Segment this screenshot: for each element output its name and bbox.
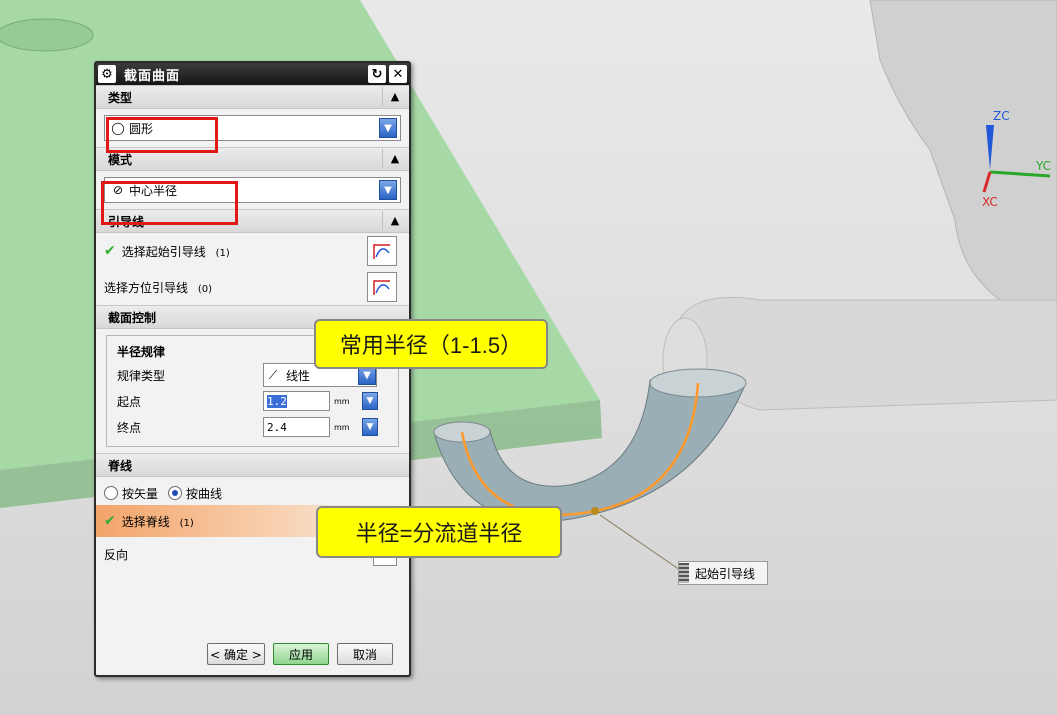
collapse-icon[interactable]: ▲ xyxy=(382,149,407,168)
apply-button[interactable]: 应用 xyxy=(273,643,329,665)
spin-down-icon[interactable]: ▼ xyxy=(362,418,378,436)
linear-law-icon: ⟋ xyxy=(268,367,278,382)
reset-icon[interactable]: ↻ xyxy=(368,65,386,83)
type-highlight-box xyxy=(106,117,218,153)
zc-label: ZC xyxy=(993,109,1010,123)
close-icon[interactable]: ✕ xyxy=(389,65,407,83)
curve-select-icon[interactable] xyxy=(367,236,397,266)
gear-icon[interactable]: ⚙ xyxy=(98,65,116,83)
select-spine-label: 选择脊线 xyxy=(121,514,170,529)
radio-by-curve[interactable]: 按曲线 xyxy=(168,485,222,502)
cancel-button[interactable]: 取消 xyxy=(337,643,393,665)
plate-hole xyxy=(0,18,94,52)
upper-pipe xyxy=(869,0,1057,301)
check-icon: ✔ xyxy=(104,243,116,259)
section-control-heading: 截面控制 xyxy=(108,310,157,325)
law-type-value: 线性 xyxy=(286,368,311,383)
start-radius-unit: mm xyxy=(334,396,350,406)
dialog-footer: < 确定 > 应用 取消 xyxy=(96,643,409,665)
yc-label: YC xyxy=(1035,159,1051,173)
type-heading: 类型 xyxy=(108,90,133,105)
select-start-guide-row[interactable]: ✔ 选择起始引导线 (1) xyxy=(104,233,401,269)
mode-heading: 模式 xyxy=(108,152,133,167)
dropdown-arrow-icon[interactable]: ▼ xyxy=(379,180,397,200)
select-orient-guide-row[interactable]: 选择方位引导线 (0) xyxy=(104,269,401,305)
end-radius-label: 终点 xyxy=(117,420,142,435)
collapse-icon[interactable]: ▲ xyxy=(382,211,407,230)
check-icon: ✔ xyxy=(104,513,116,529)
grip-icon xyxy=(679,563,689,583)
mode-highlight-box xyxy=(101,181,238,225)
ok-button[interactable]: < 确定 > xyxy=(207,643,265,665)
spine-heading: 脊线 xyxy=(108,458,133,473)
dialog-titlebar: ⚙ 截面曲面 ↻ ✕ xyxy=(96,63,409,85)
radio-by-vector[interactable]: 按矢量 xyxy=(104,485,158,502)
callout-radius-equals: 半径=分流道半径 xyxy=(316,506,562,558)
start-guide-tag-text: 起始引导线 xyxy=(695,566,756,581)
section-surface-dialog: ⚙ 截面曲面 ↻ ✕ 类型 ▲ ◯ 圆形 ▼ 模式 ▲ ⊘ 中心半径 ▼ 引导线… xyxy=(94,61,411,677)
start-guide-count: (1) xyxy=(215,247,230,259)
callout-common-radius: 常用半径（1-1.5） xyxy=(314,319,548,369)
dialog-title: 截面曲面 xyxy=(124,68,181,84)
start-radius-label: 起点 xyxy=(117,394,142,409)
law-type-label: 规律类型 xyxy=(117,368,166,383)
spine-section-header[interactable]: 脊线 xyxy=(96,453,409,477)
start-guide-label: 选择起始引导线 xyxy=(121,244,206,259)
curve-select-icon[interactable] xyxy=(367,272,397,302)
orient-guide-label: 选择方位引导线 xyxy=(104,280,189,295)
dropdown-arrow-icon[interactable]: ▼ xyxy=(379,118,397,138)
xc-label: XC xyxy=(982,195,998,209)
spin-down-icon[interactable]: ▼ xyxy=(362,392,378,410)
type-section-header[interactable]: 类型 ▲ xyxy=(96,85,409,109)
orient-guide-count: (0) xyxy=(197,283,213,295)
end-radius-input[interactable]: 2.4 xyxy=(263,417,330,437)
start-guide-tag: 起始引导线 xyxy=(678,561,768,585)
collapse-icon[interactable]: ▲ xyxy=(382,87,407,106)
end-radius-unit: mm xyxy=(334,422,350,432)
select-spine-count: (1) xyxy=(179,517,194,529)
start-radius-input[interactable]: 1.2 xyxy=(263,391,330,411)
